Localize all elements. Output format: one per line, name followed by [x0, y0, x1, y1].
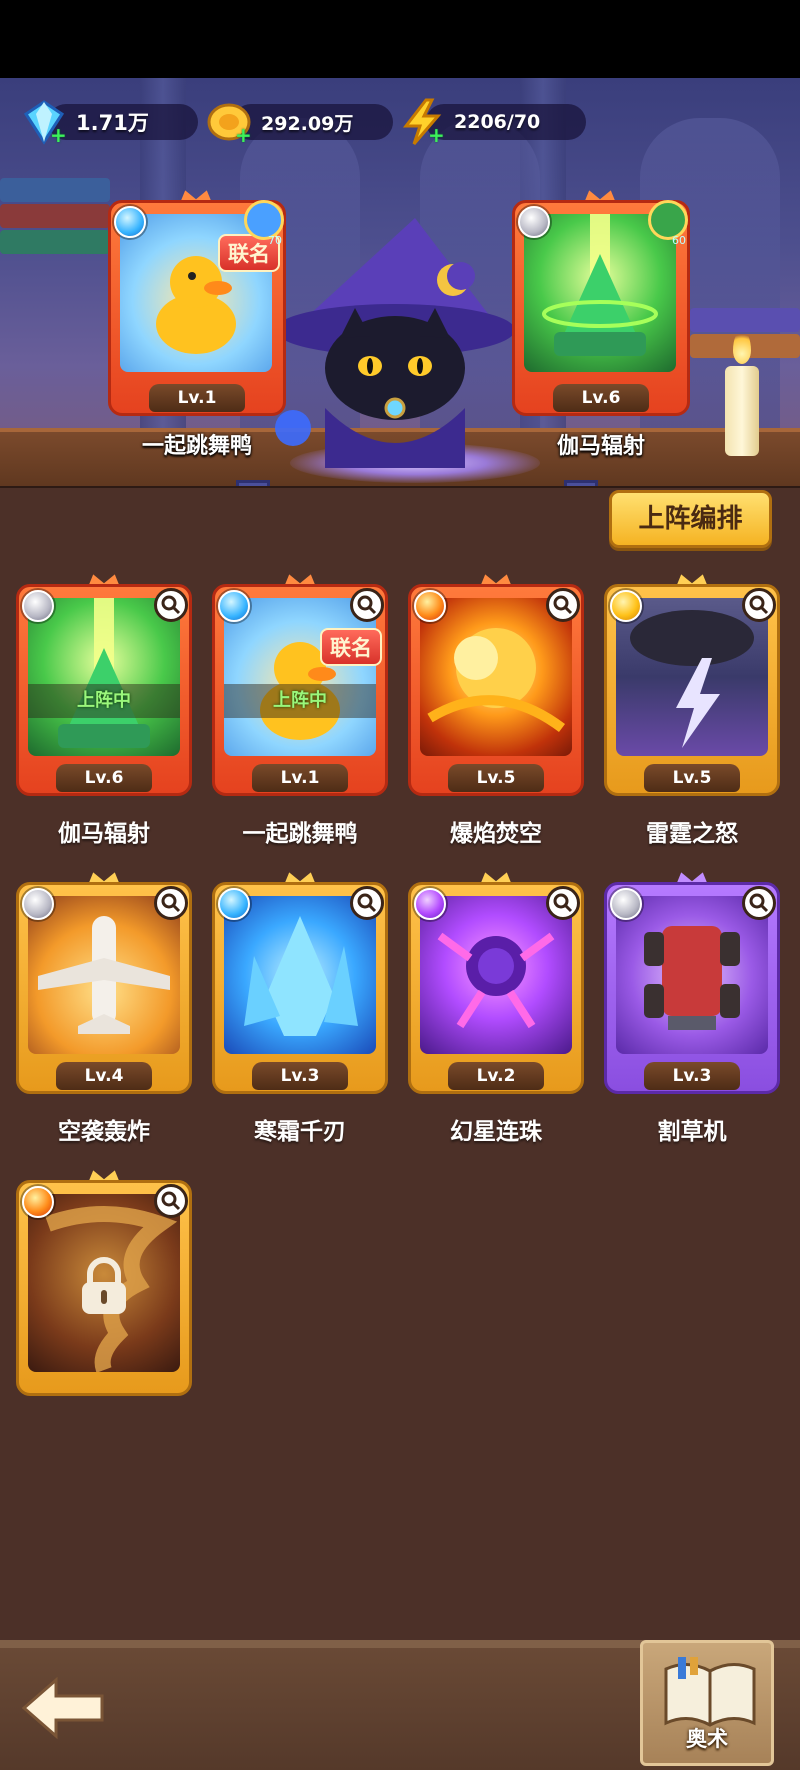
card-name: 空袭轰炸	[58, 1119, 150, 1145]
deployed-tag: 上阵中	[28, 684, 180, 718]
fire-element-icon	[22, 1186, 54, 1218]
magnify-icon[interactable]	[546, 886, 580, 920]
avatar-level: 70	[268, 234, 282, 247]
magnify-icon[interactable]	[742, 886, 776, 920]
gems-counter[interactable]: + 1.71万	[20, 100, 200, 145]
card-name: 幻星连珠	[450, 1119, 542, 1145]
magnify-icon[interactable]	[154, 886, 188, 920]
card-level: Lv.2	[448, 1062, 544, 1090]
add-energy-icon[interactable]: +	[428, 125, 446, 145]
card-air-raid[interactable]: Lv.4	[16, 872, 192, 1094]
equipped-slot-2[interactable]: 60 Lv.6	[512, 190, 692, 418]
card-locked-tornado[interactable]	[16, 1170, 192, 1396]
thunder-element-icon	[610, 590, 642, 622]
equipped-name-1: 一起跳舞鸭	[141, 434, 252, 459]
card-level: Lv.1	[149, 384, 245, 412]
collab-badge: 联名	[320, 628, 382, 666]
water-element-icon	[114, 206, 146, 238]
back-button[interactable]	[21, 1676, 104, 1740]
card-name: 寒霜千刃	[254, 1119, 346, 1145]
book-icon	[664, 1657, 756, 1727]
card-level: Lv.1	[252, 764, 348, 792]
card-thunder-wrath[interactable]: Lv.5	[604, 574, 780, 796]
card-dancing-duck[interactable]: 上阵中 联名 Lv.1	[212, 574, 388, 796]
magnify-icon[interactable]	[350, 886, 384, 920]
energy-counter[interactable]: + 2206/70	[398, 98, 586, 145]
card-name: 爆焰焚空	[450, 821, 542, 847]
arcane-label: 奥术	[686, 1727, 728, 1751]
equipped-name-2: 伽马辐射	[556, 434, 645, 459]
back-arrow-icon	[21, 1676, 104, 1740]
card-name: 雷霆之怒	[646, 821, 738, 847]
card-name: 伽马辐射	[58, 821, 150, 847]
card-name: 割草机	[657, 1119, 727, 1145]
metal-element-icon	[610, 888, 642, 920]
card-level: Lv.3	[252, 1062, 348, 1090]
card-level: Lv.4	[56, 1062, 152, 1090]
energy-value: 2206/70	[454, 111, 541, 133]
gems-value: 1.71万	[76, 111, 149, 135]
coins-counter[interactable]: + 292.09万	[205, 100, 393, 145]
magnify-icon[interactable]	[546, 588, 580, 622]
card-level: Lv.6	[56, 764, 152, 792]
card-frost-blades[interactable]: Lv.3	[212, 872, 388, 1094]
arcane-book-button[interactable]: 奥术	[640, 1640, 774, 1766]
card-level: Lv.3	[644, 1062, 740, 1090]
status-bar	[0, 0, 800, 78]
metal-element-icon	[518, 206, 550, 238]
card-gamma-radiation[interactable]: 上阵中 Lv.6	[16, 574, 192, 796]
magnify-icon[interactable]	[742, 588, 776, 622]
add-gems-icon[interactable]: +	[50, 125, 68, 145]
card-lawn-mower[interactable]: Lv.3	[604, 872, 780, 1094]
card-star-chain[interactable]: Lv.2	[408, 872, 584, 1094]
metal-element-icon	[22, 888, 54, 920]
equipped-slot-1[interactable]: 联名 70 Lv.1	[108, 190, 288, 418]
magnify-icon[interactable]	[154, 1184, 188, 1218]
deployed-tag: 上阵中	[224, 684, 376, 718]
coins-value: 292.09万	[261, 112, 354, 135]
avatar-level: 60	[672, 234, 686, 247]
card-level: Lv.6	[553, 384, 649, 412]
water-element-icon	[218, 888, 250, 920]
magnify-icon[interactable]	[154, 588, 188, 622]
water-element-icon	[218, 590, 250, 622]
lock-icon	[82, 1257, 126, 1314]
add-coins-icon[interactable]: +	[235, 125, 253, 145]
deploy-arrangement-button[interactable]: 上阵编排	[609, 490, 772, 548]
metal-element-icon	[22, 590, 54, 622]
card-blazing-sky[interactable]: Lv.5	[408, 574, 584, 796]
arcane-element-icon	[414, 888, 446, 920]
card-level: Lv.5	[644, 764, 740, 792]
card-name: 一起跳舞鸭	[242, 821, 358, 847]
magnify-icon[interactable]	[350, 588, 384, 622]
fire-element-icon	[414, 590, 446, 622]
card-level: Lv.5	[448, 764, 544, 792]
